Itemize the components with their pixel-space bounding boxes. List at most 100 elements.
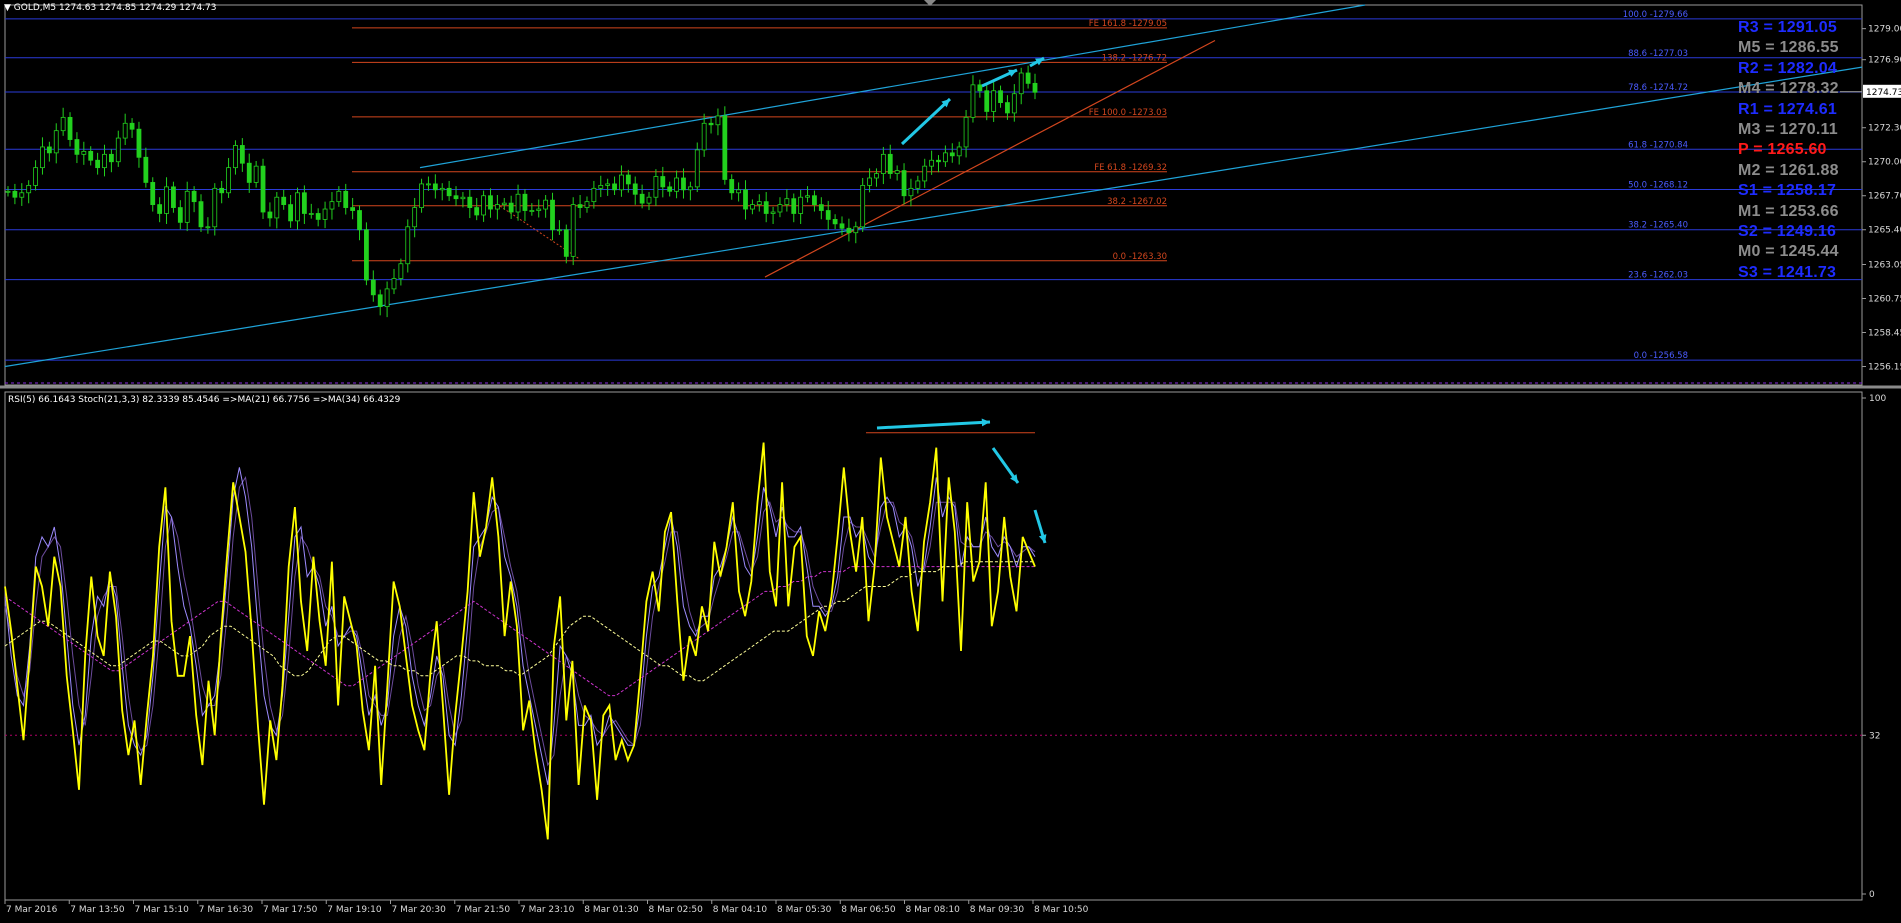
- fib-retracement-label: 88.6 -1277.03: [1628, 49, 1688, 59]
- candle-body: [1025, 72, 1031, 84]
- price-tick-label: 1272.30: [1868, 124, 1901, 134]
- candle-body: [956, 146, 962, 157]
- price-tick-label: 1265.40: [1868, 226, 1901, 236]
- candle-body: [901, 170, 907, 197]
- candle-body: [398, 263, 404, 279]
- candle-body: [743, 189, 748, 210]
- candle-body: [295, 192, 300, 222]
- pivot-level: M4 = 1278.32: [1738, 80, 1839, 98]
- candle-body: [177, 207, 183, 223]
- candle-body: [598, 184, 604, 189]
- time-tick-label: 7 Mar 19:10: [327, 905, 382, 915]
- candle-body: [143, 156, 149, 183]
- candle-body: [667, 186, 673, 192]
- candle-body: [998, 90, 1003, 103]
- candle-body: [619, 174, 624, 191]
- price-tick-label: 1279.00: [1868, 25, 1901, 35]
- candle-body: [646, 196, 652, 204]
- candle-body: [288, 204, 293, 222]
- indicator-header: RSI(5) 66.1643 Stoch(21,3,3) 82.3339 85.…: [8, 395, 401, 405]
- fib-expansion-label: 138.2 -1276.72: [1102, 53, 1167, 63]
- price-tick-label: 1267.70: [1868, 192, 1901, 202]
- candle-body: [694, 149, 700, 188]
- candle-body: [274, 196, 280, 219]
- fib-retracement-label: 50.0 -1268.12: [1628, 181, 1688, 191]
- time-tick-label: 8 Mar 06:50: [841, 905, 896, 915]
- oscillator-tick-label: 0: [1869, 890, 1875, 900]
- time-tick-label: 8 Mar 04:10: [713, 905, 768, 915]
- candle-body: [350, 207, 356, 211]
- pivot-level: S3 = 1241.73: [1738, 263, 1837, 281]
- candle-body: [557, 229, 562, 232]
- candle-body: [922, 165, 928, 182]
- candle-body: [791, 198, 797, 214]
- candle-body: [805, 195, 810, 198]
- candle-body: [405, 226, 411, 265]
- candle-body: [322, 208, 328, 220]
- candle-body: [81, 150, 87, 155]
- collapse-triangle-icon[interactable]: ▼: [4, 3, 11, 13]
- time-tick-label: 8 Mar 10:50: [1034, 905, 1089, 915]
- candle-body: [315, 213, 321, 220]
- candle-body: [929, 159, 935, 167]
- candle-body: [115, 137, 121, 163]
- candle-body: [1018, 72, 1024, 95]
- candle-body: [501, 202, 507, 206]
- fib-retracement-label: 61.8 -1270.84: [1628, 140, 1688, 150]
- candle-body: [708, 122, 714, 126]
- candle-body: [1032, 82, 1038, 93]
- candle-body: [1011, 93, 1017, 114]
- fib-expansion-label: FE 61.8 -1269.32: [1094, 163, 1167, 173]
- candle-body: [267, 211, 273, 219]
- price-tick-label: 1263.05: [1868, 260, 1901, 270]
- candle-body: [798, 196, 804, 214]
- candle-body: [198, 201, 204, 228]
- chart-title: ▼ GOLD,M5 1274.63 1274.85 1274.29 1274.7…: [4, 3, 216, 13]
- candle-body: [550, 199, 555, 231]
- candle-body: [681, 177, 686, 191]
- candle-body: [171, 186, 176, 208]
- candle-body: [632, 183, 638, 195]
- price-tick-label: 1258.45: [1868, 329, 1901, 339]
- candle-body: [412, 207, 418, 228]
- candle-body: [591, 187, 597, 203]
- candle-body: [936, 159, 941, 163]
- time-tick-label: 7 Mar 16:30: [199, 905, 254, 915]
- candle-body: [515, 193, 521, 213]
- time-tick-label: 8 Mar 01:30: [584, 905, 639, 915]
- price-tick-label: 1270.00: [1868, 158, 1901, 168]
- fib-retracement-label: 100.0 -1279.66: [1623, 10, 1688, 20]
- candle-body: [88, 150, 94, 161]
- candle-body: [253, 165, 259, 183]
- candle-body: [439, 187, 445, 191]
- time-tick-label: 8 Mar 09:30: [970, 905, 1025, 915]
- candle-body: [26, 184, 32, 194]
- candle-body: [984, 90, 990, 112]
- candle-body: [942, 152, 948, 163]
- candle-body: [5, 190, 11, 193]
- candle-body: [150, 182, 156, 206]
- candle-body: [639, 193, 645, 204]
- candle-body: [977, 84, 983, 92]
- candle-body: [53, 130, 59, 154]
- candle-body: [867, 177, 872, 186]
- candle-body: [736, 189, 742, 194]
- candle-body: [874, 173, 879, 179]
- candle-body: [860, 184, 866, 228]
- candle-body: [301, 192, 307, 214]
- candle-body: [74, 139, 80, 155]
- time-tick-label: 7 Mar 21:50: [456, 905, 511, 915]
- candle-body: [377, 294, 383, 308]
- candle-body: [963, 116, 969, 148]
- candle-body: [522, 193, 528, 211]
- ohlc-values: 1274.63 1274.85 1274.29 1274.73: [59, 3, 217, 13]
- candle-body: [563, 229, 569, 257]
- candle-body: [226, 167, 231, 194]
- time-tick-label: 7 Mar 23:10: [520, 905, 575, 915]
- candle-body: [660, 176, 666, 188]
- pivot-level: M0 = 1245.44: [1738, 243, 1839, 261]
- candle-body: [239, 145, 245, 164]
- candle-body: [701, 122, 707, 151]
- pivot-level: R2 = 1282.04: [1738, 59, 1837, 77]
- pivot-level: P = 1265.60: [1738, 141, 1827, 159]
